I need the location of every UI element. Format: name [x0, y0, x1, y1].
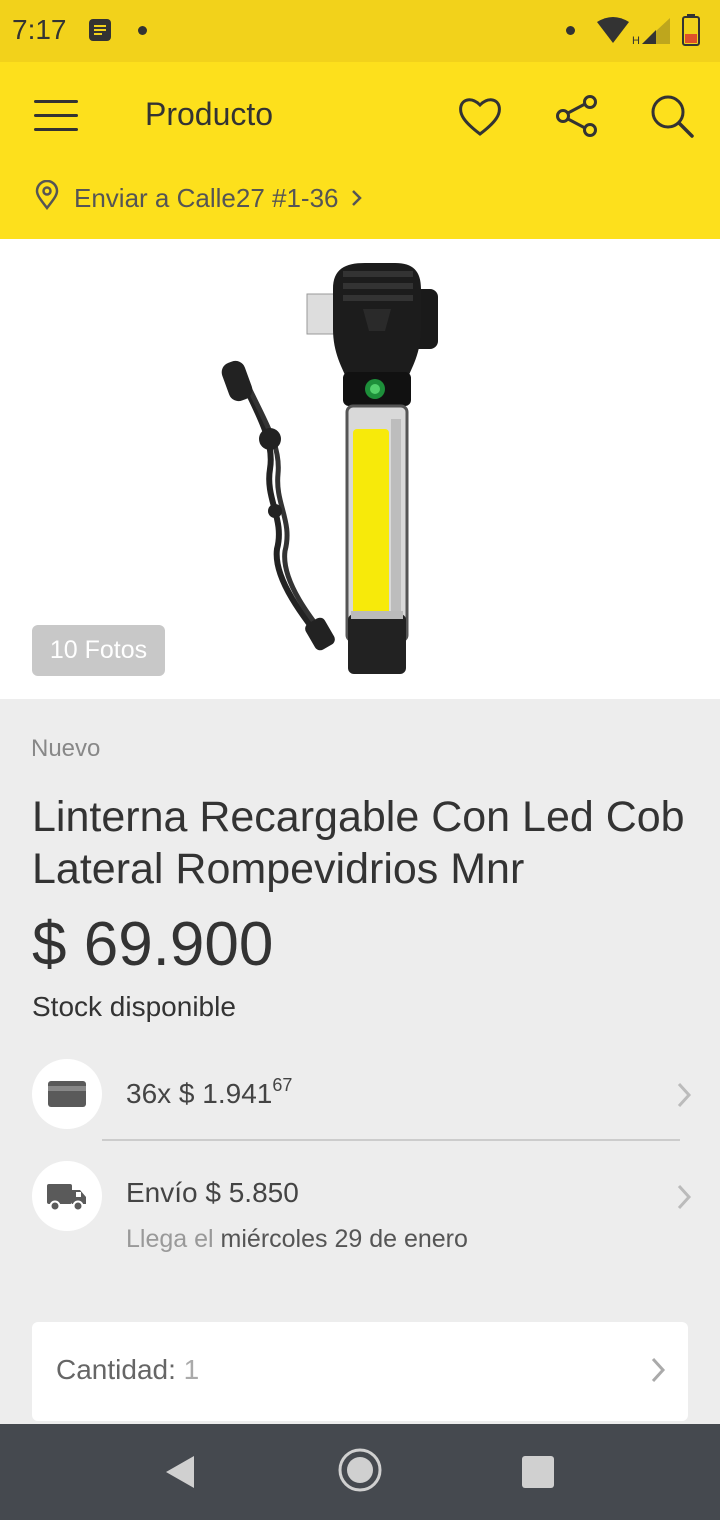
- app-bar: Producto Enviar a Calle27 #1-36: [0, 62, 720, 239]
- product-gallery[interactable]: 10 Fotos: [0, 239, 720, 699]
- battery-icon: [682, 14, 700, 51]
- svg-text:H: H: [632, 35, 640, 46]
- shipping-address-link[interactable]: Enviar a Calle27 #1-36: [34, 179, 363, 217]
- delivery-truck-icon: [32, 1161, 102, 1231]
- cell-signal-icon: H: [632, 18, 672, 51]
- arrival-date: miércoles 29 de enero: [220, 1225, 468, 1253]
- menu-icon[interactable]: [34, 98, 78, 132]
- installments-amount: 36x $ 1.941: [126, 1078, 273, 1109]
- arrival-text: Llega el miércoles 29 de enero: [126, 1225, 468, 1254]
- search-icon[interactable]: [648, 92, 696, 140]
- page-title: Producto: [145, 96, 274, 132]
- chevron-right-icon: [650, 1356, 666, 1389]
- shipping-address-text: Enviar a Calle27 #1-36: [74, 183, 339, 213]
- status-dot-icon: [566, 26, 575, 35]
- product-price: $ 69.900: [32, 910, 274, 979]
- condition-label: Nuevo: [31, 735, 101, 762]
- divider: [102, 1139, 680, 1141]
- chevron-right-icon: [351, 183, 363, 214]
- product-title: Linterna Recargable Con Led Cob Lateral …: [32, 793, 685, 893]
- arrival-prefix: Llega el: [126, 1225, 214, 1253]
- stock-status: Stock disponible: [32, 991, 236, 1022]
- location-pin-icon: [34, 179, 60, 217]
- quantity-label-text: Cantidad:: [56, 1354, 176, 1385]
- status-bar: 7:17 H: [0, 0, 720, 62]
- recents-icon[interactable]: [521, 1455, 555, 1494]
- product-image: [221, 263, 438, 674]
- home-icon[interactable]: [336, 1446, 384, 1499]
- quantity-value: 1: [183, 1354, 200, 1385]
- notification-dot-icon: [138, 26, 147, 35]
- wifi-icon: [596, 16, 630, 49]
- credit-card-icon: [32, 1059, 102, 1129]
- share-icon[interactable]: [553, 92, 601, 140]
- chevron-right-icon: [676, 1183, 692, 1216]
- notification-icon: [88, 18, 112, 47]
- quantity-selector[interactable]: Cantidad: 1: [32, 1322, 688, 1421]
- status-time: 7:17: [12, 14, 67, 45]
- installments-text: 36x $ 1.94167: [126, 1075, 292, 1110]
- system-nav-bar: [0, 1424, 720, 1520]
- installments-cents: 67: [272, 1075, 293, 1095]
- shipping-cost: Envío $ 5.850: [126, 1177, 299, 1208]
- quantity-label: Cantidad: 1: [56, 1354, 199, 1386]
- shipping-row[interactable]: Envío $ 5.850 Llega el miércoles 29 de e…: [32, 1161, 692, 1261]
- back-icon[interactable]: [160, 1448, 200, 1501]
- favorite-heart-icon[interactable]: [456, 92, 504, 140]
- photo-count-badge[interactable]: 10 Fotos: [32, 625, 165, 676]
- chevron-right-icon: [676, 1081, 692, 1114]
- installments-row[interactable]: 36x $ 1.94167: [32, 1059, 692, 1131]
